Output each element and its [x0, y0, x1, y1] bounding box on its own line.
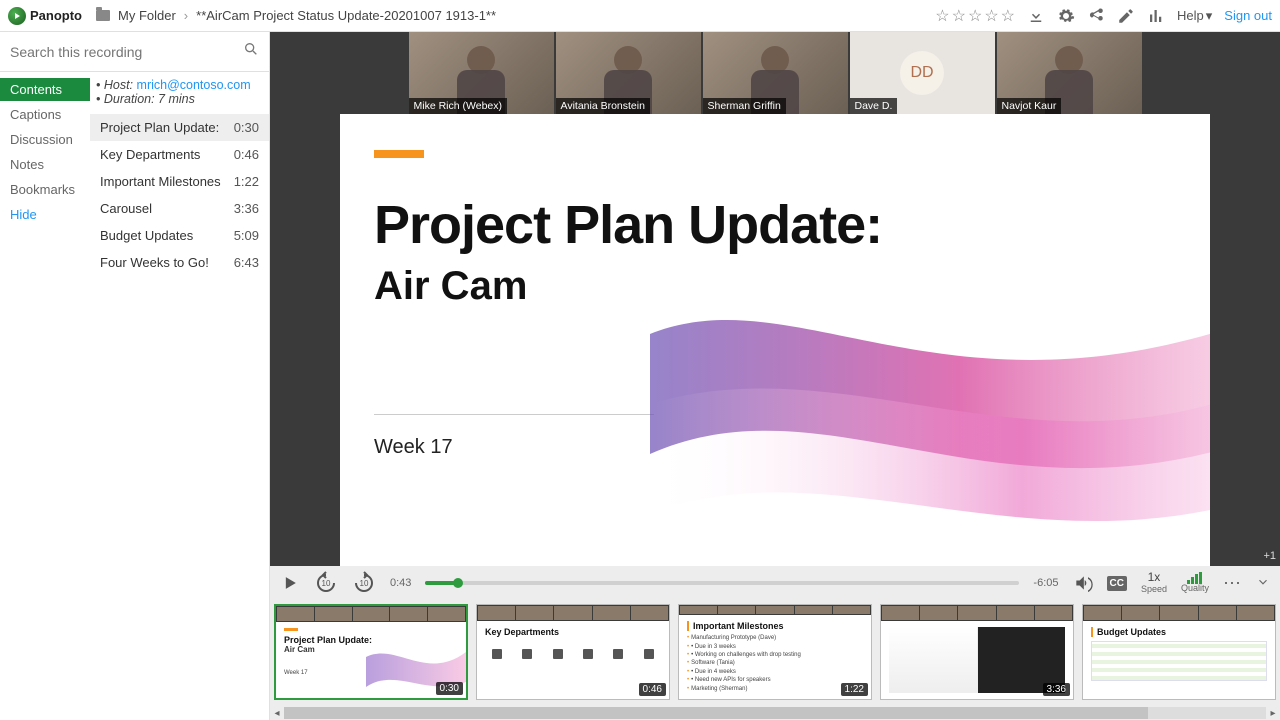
speaker-tile[interactable]: Mike Rich (Webex) — [409, 32, 554, 114]
breadcrumb-folder[interactable]: My Folder — [118, 8, 176, 23]
gear-icon[interactable] — [1057, 7, 1075, 25]
edit-icon[interactable] — [1117, 7, 1135, 25]
volume-button[interactable] — [1073, 573, 1093, 593]
star-icon[interactable]: ☆ — [1001, 6, 1015, 26]
speaker-name: Mike Rich (Webex) — [409, 98, 508, 114]
search-icon[interactable] — [243, 41, 259, 62]
tab-captions[interactable]: Captions — [0, 103, 90, 126]
chapter-item[interactable]: Budget Updates5:09 — [90, 222, 269, 249]
thumb-time: 3:36 — [1043, 683, 1070, 696]
play-button[interactable] — [280, 573, 300, 593]
thumbnail[interactable]: Key Departments0:46 — [476, 604, 670, 700]
folder-icon — [96, 10, 110, 21]
sidebar-tabs: ContentsCaptionsDiscussionNotesBookmarks… — [0, 72, 90, 720]
search-input[interactable] — [10, 44, 243, 60]
speaker-tile[interactable]: Sherman Griffin — [703, 32, 848, 114]
player-controls: 10 10 0:43 -6:05 CC 1xSpeed Quality ⋯ — [270, 566, 1280, 600]
download-icon[interactable] — [1027, 7, 1045, 25]
thumb-time: 0:30 — [436, 682, 463, 695]
quality-button[interactable]: Quality — [1181, 572, 1209, 594]
speaker-tile[interactable]: Navjot Kaur — [997, 32, 1142, 114]
thumbnail[interactable]: Budget Updates — [1082, 604, 1276, 700]
slide-title: Project Plan Update: — [374, 194, 882, 256]
chevron-right-icon: › — [184, 8, 188, 23]
rewind-10-button[interactable]: 10 — [314, 571, 338, 595]
captions-button[interactable]: CC — [1107, 576, 1127, 591]
breadcrumb-title[interactable]: **AirCam Project Status Update-20201007 … — [196, 8, 496, 23]
rating-stars[interactable]: ☆ ☆ ☆ ☆ ☆ — [935, 6, 1015, 26]
slide-subtitle: Air Cam — [374, 264, 527, 309]
tab-discussion[interactable]: Discussion — [0, 128, 90, 151]
tab-hide[interactable]: Hide — [0, 203, 90, 226]
scroll-right-icon[interactable]: ▸ — [1266, 708, 1280, 719]
speaker-name: Dave D. — [850, 98, 898, 114]
remaining-time: -6:05 — [1033, 577, 1058, 589]
brand-logo[interactable]: Panopto — [8, 7, 82, 25]
seek-bar[interactable] — [425, 581, 1019, 585]
star-icon[interactable]: ☆ — [935, 6, 949, 26]
search-bar — [0, 32, 269, 72]
share-icon[interactable] — [1087, 7, 1105, 25]
tab-bookmarks[interactable]: Bookmarks — [0, 178, 90, 201]
thumb-time: 1:22 — [841, 683, 868, 696]
tab-notes[interactable]: Notes — [0, 153, 90, 176]
star-icon[interactable]: ☆ — [952, 6, 966, 26]
tab-contents[interactable]: Contents — [0, 78, 90, 101]
more-button[interactable]: ⋯ — [1223, 573, 1242, 594]
speaker-name: Avitania Bronstein — [556, 98, 650, 114]
star-icon[interactable]: ☆ — [984, 6, 998, 26]
signout-link[interactable]: Sign out — [1224, 8, 1272, 23]
speed-button[interactable]: 1xSpeed — [1141, 571, 1167, 594]
chapter-item[interactable]: Carousel3:36 — [90, 195, 269, 222]
overflow-count[interactable]: +1 — [1263, 550, 1276, 562]
thumb-time: 0:46 — [639, 683, 666, 696]
thumbnail[interactable]: Important Milestones•Manufacturing Proto… — [678, 604, 872, 700]
decorative-swoosh — [650, 254, 1210, 534]
current-time: 0:43 — [390, 577, 411, 589]
help-menu[interactable]: Help▾ — [1177, 8, 1212, 24]
thumb-scrollbar[interactable]: ◂ ▸ — [270, 706, 1280, 720]
caret-down-icon: ▾ — [1206, 8, 1213, 24]
recording-meta: • Host: mrich@contoso.com • Duration: 7 … — [90, 78, 269, 114]
scroll-left-icon[interactable]: ◂ — [270, 708, 284, 719]
host-email[interactable]: mrich@contoso.com — [137, 78, 251, 92]
chapter-item[interactable]: Key Departments0:46 — [90, 141, 269, 168]
collapse-button[interactable] — [1256, 575, 1270, 592]
star-icon[interactable]: ☆ — [968, 6, 982, 26]
chapter-item[interactable]: Four Weeks to Go!6:43 — [90, 249, 269, 276]
brand-name: Panopto — [30, 8, 82, 23]
stats-icon[interactable] — [1147, 7, 1165, 25]
breadcrumb: My Folder › **AirCam Project Status Upda… — [96, 8, 496, 23]
main-slide: Project Plan Update: Air Cam Week 17 — [340, 114, 1210, 566]
speaker-tile[interactable]: Avitania Bronstein — [556, 32, 701, 114]
speaker-name: Navjot Kaur — [997, 98, 1062, 114]
chapter-item[interactable]: Important Milestones1:22 — [90, 168, 269, 195]
thumbnail-strip: Project Plan Update:Air CamWeek 170:30Ke… — [270, 600, 1280, 706]
logo-icon — [8, 7, 26, 25]
chapter-list: Project Plan Update:0:30Key Departments0… — [90, 114, 269, 276]
slide-week: Week 17 — [374, 436, 453, 459]
thumbnail[interactable]: Project Plan Update:Air CamWeek 170:30 — [274, 604, 468, 700]
forward-10-button[interactable]: 10 — [352, 571, 376, 595]
speaker-name: Sherman Griffin — [703, 98, 786, 114]
speaker-tile[interactable]: DDDave D. — [850, 32, 995, 114]
chapter-item[interactable]: Project Plan Update:0:30 — [90, 114, 269, 141]
thumbnail[interactable]: 3:36 — [880, 604, 1074, 700]
speaker-strip: Mike Rich (Webex) Avitania Bronstein Sherm… — [409, 32, 1142, 114]
